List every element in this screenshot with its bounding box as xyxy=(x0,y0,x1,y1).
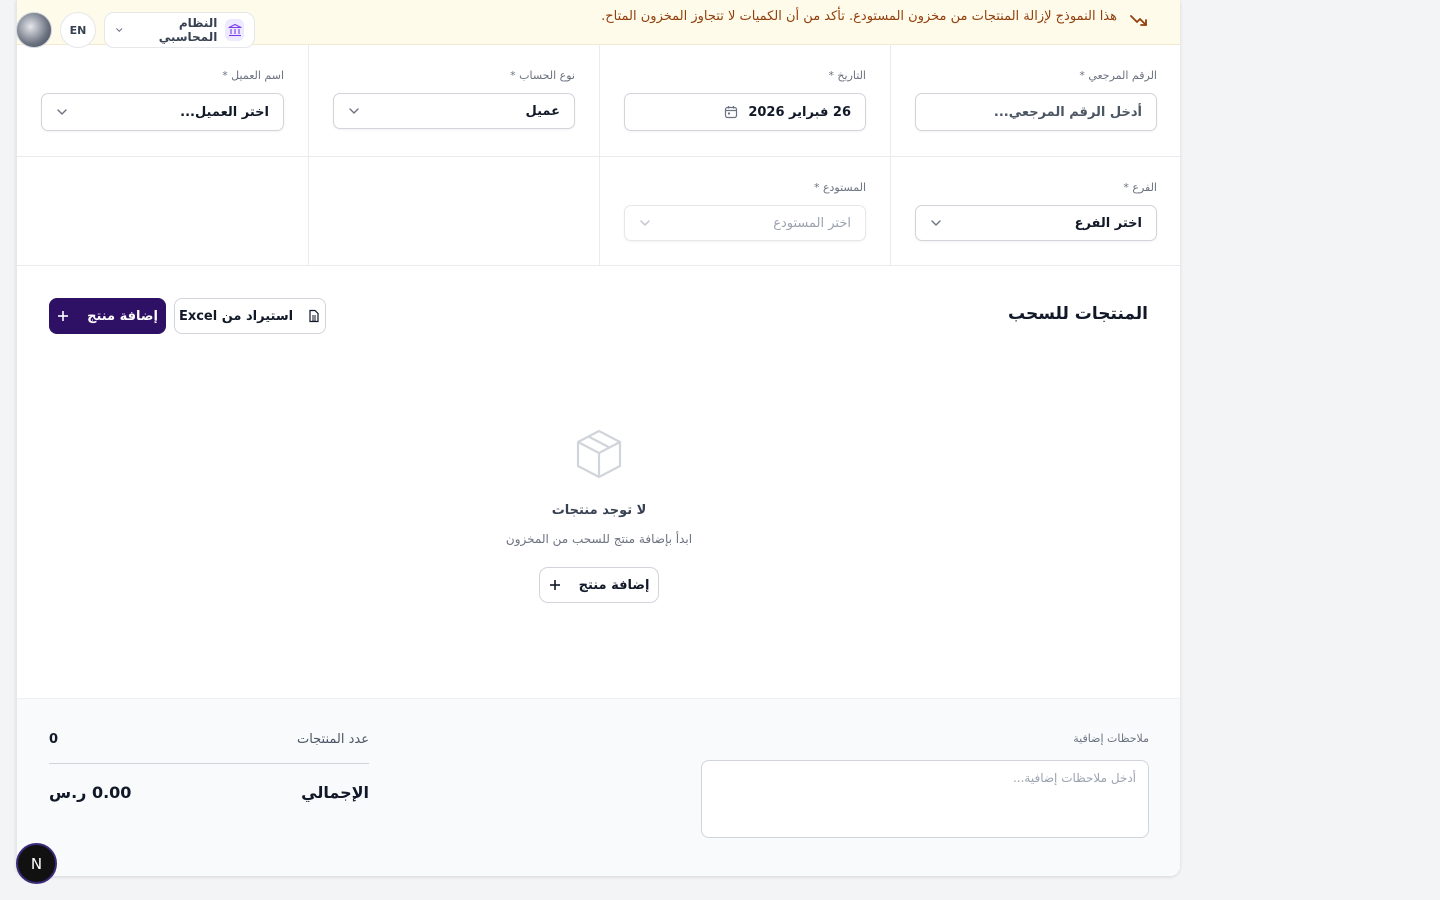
import-excel-label: استيراد من Excel xyxy=(178,308,294,324)
file-icon xyxy=(309,309,319,323)
chevron-down-icon xyxy=(116,28,123,32)
product-count-label: عدد المنتجات xyxy=(296,732,369,747)
form-row-1: الرقم المرجعي * أدخل الرقم المرجعي... ال… xyxy=(17,45,1180,157)
date-picker[interactable]: 26 فبراير 2026 xyxy=(624,93,866,131)
bank-icon xyxy=(225,19,244,41)
date-label: التاريخ * xyxy=(828,69,866,82)
account-type-select[interactable]: عميل xyxy=(333,93,575,129)
chevron-down-icon xyxy=(349,108,359,114)
avatar[interactable] xyxy=(16,12,52,48)
product-count-row: 0 عدد المنتجات xyxy=(49,732,369,764)
account-type-cell: نوع الحساب * عميل xyxy=(308,45,599,156)
warehouse-label: المستودع * xyxy=(813,181,866,194)
reference-input[interactable]: أدخل الرقم المرجعي... xyxy=(915,93,1157,131)
empty-state-subtitle: ابدأ بإضافة منتج للسحب من المخزون xyxy=(505,532,693,546)
branch-placeholder: اختر الفرع xyxy=(1074,215,1142,231)
plus-icon xyxy=(549,580,560,590)
warehouse-cell: المستودع * اختر المستودع xyxy=(599,157,890,265)
form-row-2: الفرع * اختر الفرع المستودع * اختر المست… xyxy=(17,157,1180,266)
reference-placeholder: أدخل الرقم المرجعي... xyxy=(993,104,1142,120)
chevron-down-icon xyxy=(57,109,67,115)
date-cell: التاريخ * 26 فبراير 2026 xyxy=(599,45,890,156)
add-product-button[interactable]: إضافة منتج xyxy=(49,298,166,334)
account-type-value: عميل xyxy=(525,103,560,119)
product-count-value: 0 xyxy=(49,732,59,747)
client-name-cell: اسم العميل * اختر العميل... xyxy=(17,45,308,156)
empty-state-title: لا توجد منتجات xyxy=(551,503,647,518)
chevron-down-icon xyxy=(931,220,941,226)
reference-label: الرقم المرجعي * xyxy=(1079,69,1157,82)
client-name-placeholder: اختر العميل... xyxy=(180,104,269,120)
form-footer: ملاحظات إضافية أدخل ملاحظات إضافية... 0 … xyxy=(17,698,1180,876)
trending-down-icon xyxy=(1130,15,1147,26)
empty-cell xyxy=(308,157,599,265)
total-value: 0.00 ر.س xyxy=(49,783,132,802)
top-bar: EN النظام المحاسبي xyxy=(16,12,255,48)
system-switcher[interactable]: النظام المحاسبي xyxy=(104,12,255,48)
warehouse-select[interactable]: اختر المستودع xyxy=(624,205,866,241)
reference-cell: الرقم المرجعي * أدخل الرقم المرجعي... xyxy=(890,45,1180,156)
nextjs-badge-icon[interactable]: N xyxy=(16,843,57,884)
plus-icon xyxy=(58,311,69,321)
notes-placeholder: أدخل ملاحظات إضافية... xyxy=(1012,771,1136,785)
notes-label: ملاحظات إضافية xyxy=(1073,732,1149,745)
total-label: الإجمالي xyxy=(301,783,369,802)
add-product-label: إضافة منتج xyxy=(87,308,158,324)
chevron-down-icon xyxy=(640,220,650,226)
empty-add-product-button[interactable]: إضافة منتج xyxy=(539,567,659,603)
system-switcher-label: النظام المحاسبي xyxy=(158,16,218,44)
branch-label: الفرع * xyxy=(1123,181,1157,194)
date-value: 26 فبراير 2026 xyxy=(748,104,851,120)
warehouse-placeholder: اختر المستودع xyxy=(773,215,851,231)
banner-text: هذا النموذج لإزالة المنتجات من مخزون الم… xyxy=(601,9,1117,24)
withdrawal-form-card: هذا النموذج لإزالة المنتجات من مخزون الم… xyxy=(16,0,1180,876)
account-type-label: نوع الحساب * xyxy=(510,69,575,82)
import-excel-button[interactable]: استيراد من Excel xyxy=(174,298,326,334)
total-row: 0.00 ر.س الإجمالي xyxy=(49,783,369,802)
empty-cell xyxy=(17,157,308,265)
package-icon xyxy=(576,429,622,479)
products-section-title: المنتجات للسحب xyxy=(1008,304,1148,324)
client-name-label: اسم العميل * xyxy=(222,69,284,82)
language-toggle[interactable]: EN xyxy=(60,12,96,48)
branch-cell: الفرع * اختر الفرع xyxy=(890,157,1180,265)
empty-add-product-label: إضافة منتج xyxy=(578,577,650,593)
branch-select[interactable]: اختر الفرع xyxy=(915,205,1157,241)
client-name-select[interactable]: اختر العميل... xyxy=(41,93,284,131)
notes-textarea[interactable]: أدخل ملاحظات إضافية... xyxy=(701,760,1149,838)
calendar-icon xyxy=(725,106,738,119)
